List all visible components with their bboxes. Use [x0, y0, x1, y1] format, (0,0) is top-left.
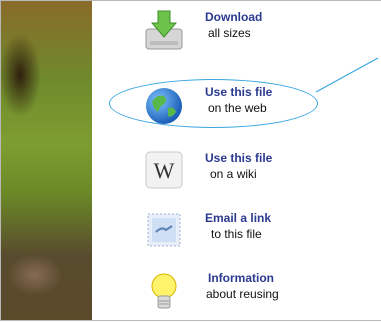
callout-leader-line [315, 57, 379, 93]
